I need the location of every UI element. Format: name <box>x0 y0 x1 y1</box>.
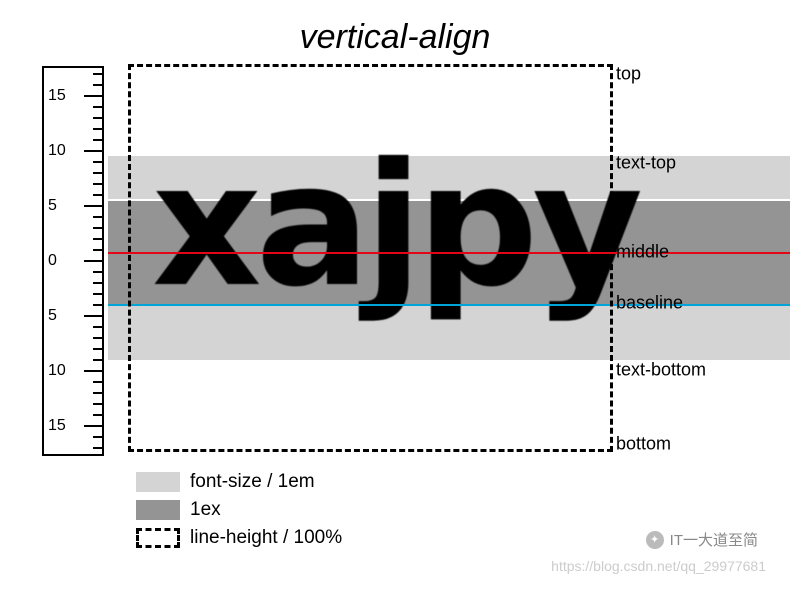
ruler-tick <box>93 414 102 416</box>
ruler-tick <box>93 161 102 163</box>
watermark-text: IT一大道至简 <box>670 529 758 550</box>
ruler-tick <box>93 84 102 86</box>
ruler-tick <box>93 326 102 328</box>
ruler-tick <box>93 128 102 130</box>
legend-label-ex: 1ex <box>190 499 221 521</box>
ruler-tick <box>84 95 102 97</box>
label-text-bottom: text-bottom <box>616 360 706 381</box>
ruler-tick <box>93 271 102 273</box>
ruler-label: 10 <box>48 362 66 380</box>
ruler-tick <box>93 249 102 251</box>
ruler-tick <box>93 381 102 383</box>
label-middle: middle <box>616 242 669 263</box>
ruler-tick <box>93 293 102 295</box>
legend-label-em: font-size / 1em <box>190 471 315 493</box>
ruler: 15 10 5 0 5 10 15 <box>42 66 104 456</box>
ruler-tick <box>93 337 102 339</box>
watermark: ✦ IT一大道至简 <box>646 529 758 550</box>
label-bottom: bottom <box>616 434 671 455</box>
ruler-tick <box>93 172 102 174</box>
ruler-tick <box>93 183 102 185</box>
legend: font-size / 1em 1ex line-height / 100% <box>136 468 342 552</box>
wechat-icon: ✦ <box>646 531 664 549</box>
ruler-tick <box>93 238 102 240</box>
ruler-tick <box>84 425 102 427</box>
label-baseline: baseline <box>616 293 683 314</box>
ruler-tick <box>84 370 102 372</box>
ruler-tick <box>93 139 102 141</box>
label-text-top: text-top <box>616 153 676 174</box>
ruler-label: 15 <box>48 417 66 435</box>
ruler-tick <box>84 260 102 262</box>
ruler-label: 5 <box>48 307 57 325</box>
ruler-tick <box>93 194 102 196</box>
watermark-url: https://blog.csdn.net/qq_29977681 <box>551 558 766 574</box>
label-top: top <box>616 64 641 85</box>
ruler-tick <box>93 73 102 75</box>
legend-row-lh: line-height / 100% <box>136 524 342 552</box>
ruler-tick <box>93 403 102 405</box>
ruler-tick <box>84 150 102 152</box>
line-height-box <box>128 64 613 452</box>
ruler-tick <box>93 304 102 306</box>
ruler-tick <box>93 216 102 218</box>
swatch-ex <box>136 500 180 520</box>
ruler-label: 10 <box>48 142 66 160</box>
ruler-tick <box>93 227 102 229</box>
ruler-tick <box>84 205 102 207</box>
legend-label-lh: line-height / 100% <box>190 527 342 549</box>
page-title: vertical-align <box>0 18 790 57</box>
ruler-tick <box>93 447 102 449</box>
ruler-tick <box>93 106 102 108</box>
ruler-label: 0 <box>48 252 57 270</box>
ruler-tick <box>93 359 102 361</box>
ruler-tick <box>93 117 102 119</box>
legend-row-ex: 1ex <box>136 496 342 524</box>
ruler-tick <box>93 392 102 394</box>
swatch-font-size <box>136 472 180 492</box>
ruler-tick <box>93 436 102 438</box>
ruler-label: 15 <box>48 87 66 105</box>
swatch-line-height <box>136 528 180 548</box>
ruler-tick <box>84 315 102 317</box>
ruler-tick <box>93 348 102 350</box>
ruler-label: 5 <box>48 197 57 215</box>
ruler-tick <box>93 282 102 284</box>
legend-row-em: font-size / 1em <box>136 468 342 496</box>
